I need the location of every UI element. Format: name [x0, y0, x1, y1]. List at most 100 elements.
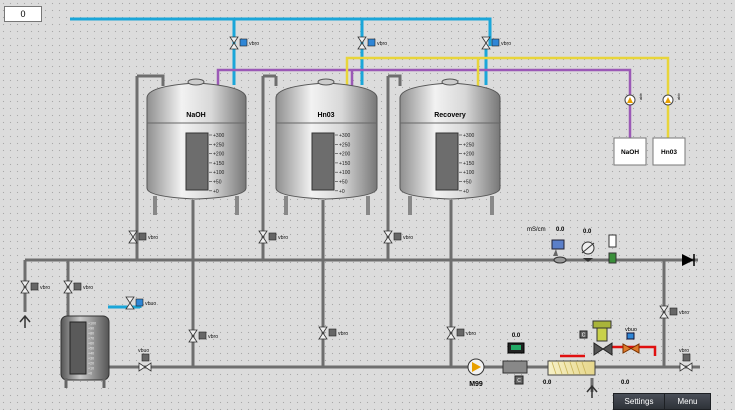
- valve-tag[interactable]: [135, 298, 144, 307]
- valve-label: vbro: [466, 331, 476, 337]
- circulation-pump[interactable]: [467, 358, 485, 376]
- svg-text:C: C: [517, 378, 521, 384]
- naoh-pump-label: abb: [638, 93, 643, 100]
- naoh-dosing-pump[interactable]: [624, 94, 636, 106]
- valve-tag[interactable]: [328, 328, 337, 337]
- small-scale-label: +30: [88, 357, 94, 361]
- valve-label: vbro: [403, 235, 413, 241]
- valve-tag[interactable]: [138, 232, 147, 241]
- scale-label: +100: [463, 170, 474, 176]
- valve-label: vbro: [278, 235, 288, 241]
- small-scale-label: +20: [88, 362, 94, 366]
- valve-tag[interactable]: [73, 282, 82, 291]
- manual-valve[interactable]: [125, 296, 135, 310]
- tank-name-hno3: Hn03: [317, 112, 334, 119]
- small-scale-label: +60: [88, 342, 94, 346]
- temperature-sensor[interactable]: [608, 234, 617, 264]
- hot-valve-label: vbuo: [625, 327, 637, 333]
- flowmeter-value: 0.0: [512, 333, 521, 339]
- small-scale-label: +100: [88, 322, 96, 326]
- heat-exchanger[interactable]: [547, 360, 596, 376]
- settings-button[interactable]: Settings: [613, 393, 665, 410]
- manual-valve[interactable]: [679, 362, 693, 372]
- valve-tag[interactable]: [198, 331, 207, 340]
- scale-label: +150: [463, 161, 474, 167]
- scale-label: +0: [463, 189, 469, 195]
- conductivity-sensor[interactable]: [551, 239, 567, 264]
- hno3-supply-label: Hn03: [661, 149, 677, 156]
- tank-naoh[interactable]: [146, 78, 247, 215]
- pump-label: M99: [469, 381, 483, 388]
- scale-label: +0: [213, 189, 219, 195]
- manual-valve[interactable]: [383, 230, 393, 244]
- scale-label: +200: [213, 152, 224, 158]
- valve-tag[interactable]: [669, 307, 678, 316]
- menu-button[interactable]: Menu: [664, 393, 711, 410]
- valve-label: vbro: [377, 41, 387, 47]
- heater-value-right: 0.0: [621, 380, 630, 386]
- manual-valve[interactable]: [258, 230, 268, 244]
- svg-text:C: C: [582, 333, 586, 339]
- valve-label: vbro: [40, 285, 50, 291]
- scale-label: +250: [213, 142, 224, 148]
- valve-tag[interactable]: [141, 353, 150, 362]
- manual-valve[interactable]: [229, 36, 239, 50]
- hno3-pump-label: abb: [676, 93, 681, 100]
- valve-label: vbuo: [138, 348, 149, 354]
- conductivity-value-2: 0.0: [583, 229, 592, 235]
- valve-tag[interactable]: [268, 232, 277, 241]
- tank-name-naoh: NaOH: [186, 112, 205, 119]
- conductivity-unit: mS/cm: [527, 227, 546, 233]
- heater-value-left: 0.0: [543, 380, 552, 386]
- tank-hno3[interactable]: [275, 78, 378, 215]
- valve-tag[interactable]: [682, 353, 691, 362]
- valve-label: vbro: [208, 334, 218, 340]
- valve-tag[interactable]: [393, 232, 402, 241]
- check-valve[interactable]: [682, 254, 694, 266]
- small-scale-label: +10: [88, 367, 94, 371]
- scale-label: +50: [463, 180, 472, 186]
- hot-water-valve[interactable]: [622, 343, 640, 354]
- valve-label: vbro: [148, 235, 158, 241]
- steam-control-valve[interactable]: [592, 320, 613, 356]
- valve-label: vbro: [338, 331, 348, 337]
- small-scale-label: +40: [88, 352, 94, 356]
- scale-label: +100: [339, 170, 350, 176]
- manual-valve[interactable]: [188, 329, 198, 343]
- hno3-dosing-pump[interactable]: [662, 94, 674, 106]
- valve-tag[interactable]: [456, 328, 465, 337]
- scale-label: +150: [339, 161, 350, 167]
- valve-label: vbro: [679, 310, 689, 316]
- manual-valve[interactable]: [63, 280, 73, 294]
- scale-label: +200: [463, 152, 474, 158]
- valve-tag[interactable]: [239, 38, 248, 47]
- scale-label: +300: [463, 133, 474, 139]
- valve-label: vbuo: [145, 301, 156, 307]
- scale-label: +50: [339, 180, 348, 186]
- manual-valve[interactable]: [138, 362, 152, 372]
- conductivity-value-1: 0.0: [556, 227, 565, 233]
- tank-recovery[interactable]: [399, 78, 501, 215]
- small-scale-label: +80: [88, 332, 94, 336]
- valve-label: vbro: [679, 348, 689, 354]
- manual-valve[interactable]: [659, 305, 669, 319]
- small-scale-label: +50: [88, 347, 94, 351]
- valve-tag[interactable]: [491, 38, 500, 47]
- valve-tag[interactable]: [367, 38, 376, 47]
- scale-label: +150: [213, 161, 224, 167]
- manual-valve[interactable]: [20, 280, 30, 294]
- manual-valve[interactable]: [446, 326, 456, 340]
- scale-label: +50: [213, 180, 222, 186]
- valve-label: vbro: [249, 41, 259, 47]
- valve-tag[interactable]: [30, 282, 39, 291]
- process-diagram: NaOH Hn03 Recovery +300 +250 +200 +150 +100 +…: [19, 17, 700, 398]
- manual-valve[interactable]: [318, 326, 328, 340]
- valve-label: vbro: [83, 285, 93, 291]
- scale-label: +300: [339, 133, 350, 139]
- tank-name-recovery: Recovery: [434, 112, 466, 119]
- rinse-tank[interactable]: [60, 315, 110, 388]
- scale-label: +250: [339, 142, 350, 148]
- small-scale-label: +0: [88, 372, 92, 376]
- valve-label: vbro: [501, 41, 511, 47]
- manual-valve[interactable]: [357, 36, 367, 50]
